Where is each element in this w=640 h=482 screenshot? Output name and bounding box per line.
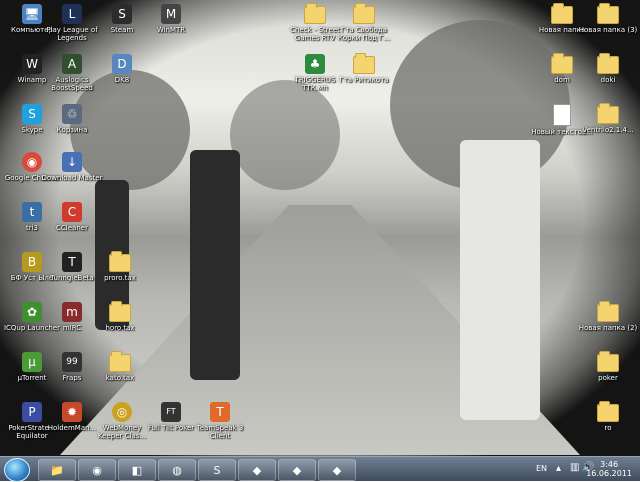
folder-icon bbox=[597, 401, 619, 422]
icon-teamspeak[interactable]: T TeamSpeak 3 Client bbox=[188, 402, 252, 460]
folder-icon bbox=[109, 301, 131, 322]
ccleaner-icon: C bbox=[62, 202, 82, 222]
system-tray: EN ▴ ▥ 🔊 3:46 16.06.2011 bbox=[534, 457, 640, 481]
bf-icon: B bbox=[22, 252, 42, 272]
folder-icon bbox=[597, 301, 619, 322]
icon-ventrilo-folder[interactable]: Ventrilo2.1.4... bbox=[576, 103, 640, 162]
teamspeak-icon: T bbox=[210, 402, 230, 422]
icon-label: Новая папка (3) bbox=[578, 26, 638, 34]
taskbar-app-4-button[interactable]: ◍ bbox=[158, 459, 196, 481]
auslogics-icon: A bbox=[62, 54, 82, 74]
person-right bbox=[460, 140, 540, 420]
icon-label: ro bbox=[604, 424, 612, 432]
folder-icon bbox=[597, 103, 619, 124]
icon-label: Новая папка (2) bbox=[578, 324, 638, 332]
icon-folder-gta-2[interactable]: Гта Ритикота bbox=[332, 53, 396, 112]
pokerstrategy-icon: P bbox=[22, 402, 42, 422]
text-file-icon bbox=[553, 104, 571, 126]
folder-icon: 📁 bbox=[50, 463, 64, 477]
folder-icon bbox=[109, 251, 131, 272]
taskbar-game-1-button[interactable]: ◆ bbox=[238, 459, 276, 481]
icon-label: Fraps bbox=[62, 374, 82, 382]
folder-icon bbox=[551, 3, 573, 24]
start-button[interactable] bbox=[4, 458, 30, 482]
computer-icon: 🖥 bbox=[22, 4, 42, 24]
skype-icon: S bbox=[213, 463, 221, 477]
icon-label: dom bbox=[554, 76, 570, 84]
folder-icon bbox=[597, 351, 619, 372]
app-icon: ◍ bbox=[172, 463, 182, 477]
taskbar-game-3-button[interactable]: ◆ bbox=[318, 459, 356, 481]
taskbar-explorer-button[interactable]: 📁 bbox=[38, 459, 76, 481]
tree-icon: ♣ bbox=[305, 54, 325, 74]
folder-icon bbox=[551, 53, 573, 74]
icon-label: poker bbox=[598, 374, 618, 382]
icon-label: Гта Свобода Корки Под Г... bbox=[337, 26, 391, 42]
icon-label: doki bbox=[600, 76, 616, 84]
icon-label: mIRC bbox=[62, 324, 82, 332]
mirc-icon: m bbox=[62, 302, 82, 322]
download-icon: ↓ bbox=[62, 152, 82, 172]
icq-icon: ✿ bbox=[22, 302, 42, 322]
recycle-bin-icon: ♲ bbox=[62, 104, 82, 124]
tri3-icon: t bbox=[22, 202, 42, 222]
winmtr-icon: M bbox=[161, 4, 181, 24]
icon-label: TeamSpeak 3 Client bbox=[196, 424, 244, 440]
taskbar-app-3-button[interactable]: ◧ bbox=[118, 459, 156, 481]
icon-label: Steam bbox=[110, 26, 134, 34]
taskbar: 📁 ◉ ◧ ◍ S ◆ ◆ ◆ EN ▴ ▥ 🔊 3:46 16.06.2011 bbox=[0, 456, 640, 482]
icon-label: tri3 bbox=[25, 224, 39, 232]
taskbar-skype-button[interactable]: S bbox=[198, 459, 236, 481]
tunngle-icon: T bbox=[62, 252, 82, 272]
taskbar-chrome-button[interactable]: ◉ bbox=[78, 459, 116, 481]
webmoney-icon: ◎ bbox=[112, 402, 132, 422]
skype-icon: S bbox=[22, 104, 42, 124]
full-tilt-icon: FT bbox=[161, 402, 181, 422]
folder-icon bbox=[109, 351, 131, 372]
app-icon: ◧ bbox=[131, 463, 143, 477]
chrome-icon: ◉ bbox=[22, 152, 42, 172]
game-icon: ◆ bbox=[252, 463, 262, 477]
icon-label: Ventrilo2.1.4... bbox=[582, 126, 634, 134]
icon-label: horo.tax bbox=[105, 324, 135, 332]
folder-icon bbox=[353, 3, 375, 24]
taskbar-game-2-button[interactable]: ◆ bbox=[278, 459, 316, 481]
icon-label: kato.tax bbox=[105, 374, 135, 382]
folder-icon bbox=[597, 53, 619, 74]
clock-date: 16.06.2011 bbox=[586, 469, 632, 478]
winamp-icon: W bbox=[22, 54, 42, 74]
icon-label: CCleaner bbox=[56, 224, 88, 232]
icon-label: proro.tax bbox=[104, 274, 136, 282]
person-center bbox=[190, 150, 240, 380]
icon-label: HoldemMan... bbox=[47, 424, 97, 432]
dk8-icon: D bbox=[112, 54, 132, 74]
utorrent-icon: µ bbox=[22, 352, 42, 372]
icon-label: Download Master bbox=[41, 174, 103, 182]
network-icon[interactable]: ▥ bbox=[570, 462, 579, 473]
holdem-manager-icon: ✹ bbox=[62, 402, 82, 422]
folder-icon bbox=[304, 3, 326, 24]
icon-label: DK8 bbox=[114, 76, 130, 84]
tray-expand-icon[interactable]: ▴ bbox=[556, 463, 561, 474]
steam-icon: S bbox=[112, 4, 132, 24]
clock[interactable]: 3:46 16.06.2011 bbox=[586, 460, 632, 478]
game-icon: ◆ bbox=[292, 463, 302, 477]
league-icon: L bbox=[62, 4, 82, 24]
folder-icon bbox=[353, 53, 375, 74]
icon-label: Гта Ритикота bbox=[339, 76, 389, 84]
fraps-icon: 99 bbox=[62, 352, 82, 372]
clock-time: 3:46 bbox=[600, 460, 619, 469]
icon-label: Корзина bbox=[56, 126, 88, 134]
game-icon: ◆ bbox=[332, 463, 342, 477]
icon-label: WinMTR bbox=[156, 26, 186, 34]
language-indicator[interactable]: EN bbox=[536, 464, 547, 473]
folder-icon bbox=[597, 3, 619, 24]
icon-folder-ro[interactable]: ro bbox=[576, 401, 640, 460]
chrome-icon: ◉ bbox=[92, 463, 102, 477]
